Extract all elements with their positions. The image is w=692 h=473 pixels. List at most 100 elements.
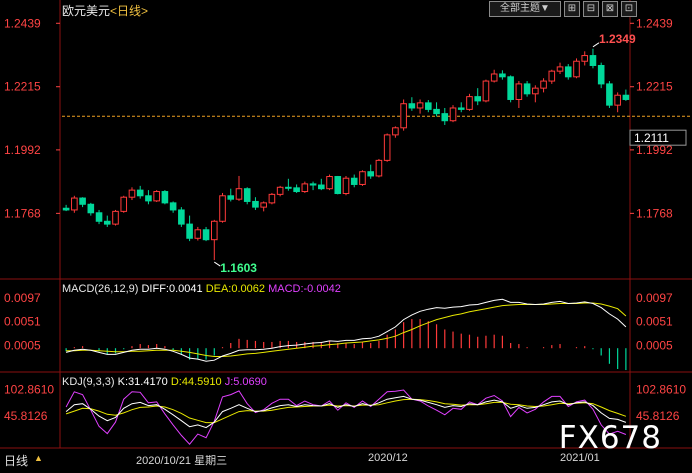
kdj-tick-right-0: 102.8610 [636, 383, 686, 397]
candle-up [581, 55, 589, 62]
candle-down [334, 176, 342, 195]
candle-down [408, 103, 416, 109]
chart-title: 欧元美元<日线> [62, 2, 148, 19]
chart-stage: 1.2439 1.2439 1.2215 1.2215 1.1992 1.1992 1.17… [0, 0, 692, 468]
candle-down [606, 83, 613, 106]
x-axis-label-start: 2020/10/21 星期三 [136, 455, 228, 467]
candle-up [219, 195, 226, 222]
candle-down [103, 220, 111, 225]
chart-toolbar: 全部主题▼ ⊞ ⊟ ⊠ ⊡ [489, 1, 637, 17]
macd-title: MACD(26,12,9) [62, 283, 139, 295]
price-tick-left-1: 1.2215 [4, 80, 41, 94]
candle-down [145, 195, 152, 202]
kdj-k-line [65, 395, 627, 429]
candle-down [95, 212, 103, 222]
price-tick-right-3: 1.1768 [636, 206, 673, 220]
macd-diff-value: DIFF:0.0041 [141, 283, 203, 295]
candle-up [112, 210, 119, 225]
macd-value: MACD:-0.0042 [268, 283, 341, 295]
candle-up [194, 229, 202, 239]
candle-up [235, 188, 243, 200]
symbol-name: 欧元美元 [62, 4, 111, 18]
candle-up [71, 197, 78, 211]
candle-down [589, 55, 597, 66]
candle-down [243, 188, 251, 202]
candle-down [161, 191, 169, 204]
candle-up [482, 80, 490, 102]
close-icon[interactable]: ⊡ [621, 1, 637, 17]
candle-down [87, 203, 95, 214]
candle-up [301, 183, 309, 193]
candle-down [597, 64, 605, 85]
last-price-label: 1.2111 [634, 131, 669, 145]
candle-down [523, 83, 531, 95]
candle-down [507, 76, 514, 100]
price-tick-left-0: 1.2439 [4, 16, 41, 30]
candle-down [367, 171, 374, 177]
candle-down [474, 96, 482, 102]
candle-down [62, 207, 70, 211]
candle-down [564, 66, 572, 78]
chevron-down-icon: ▼ [540, 3, 550, 14]
price-tick-left-3: 1.1768 [4, 206, 41, 220]
candle-up [540, 80, 547, 89]
candle-down [622, 94, 630, 100]
kdj-tick-left-1: 45.8126 [4, 409, 48, 423]
macd-dea-value: DEA:0.0062 [205, 283, 266, 295]
candle-up [120, 196, 128, 212]
candle-down [252, 200, 259, 208]
macd-diff-line [65, 298, 627, 362]
candle-up [375, 159, 383, 177]
candle-down [425, 102, 432, 110]
candle-down [457, 107, 465, 110]
candle-down [318, 184, 325, 190]
minimize-icon[interactable]: ⊟ [583, 1, 599, 17]
candle-up [210, 220, 218, 241]
candle-up [342, 177, 350, 195]
price-tick-right-1: 1.2215 [636, 80, 673, 94]
layout-grid-icon[interactable]: ⊞ [564, 1, 580, 17]
macd-dea-line [66, 302, 627, 357]
candle-up [614, 94, 621, 106]
macd-tick-right-1: 0.0051 [636, 315, 673, 329]
candle-down [433, 108, 440, 115]
price-tick-left-2: 1.1992 [4, 143, 41, 157]
candle-down [350, 177, 358, 185]
candle-down [227, 195, 235, 200]
candle-up [400, 103, 407, 129]
candle-up [383, 134, 391, 161]
scroll-up-icon[interactable]: ▲ [34, 453, 43, 463]
kdj-k-value: K:31.4170 [117, 376, 168, 388]
candle-up [490, 73, 498, 82]
period-tab-daily[interactable]: 日线 [4, 452, 28, 469]
candle-up [449, 107, 457, 122]
x-axis-label-dec: 2020/12 [368, 452, 408, 464]
high-annotation: 1.2349 [599, 32, 636, 46]
candle-down [309, 183, 317, 186]
maximize-icon[interactable]: ⊠ [602, 1, 618, 17]
candle-down [136, 189, 144, 197]
theme-label: 全部主题 [500, 3, 541, 14]
kdj-j-value: J:5.0690 [224, 376, 267, 388]
macd-tick-left-0: 0.0097 [4, 291, 41, 305]
kdj-legend: KDJ(9,3,3) K:31.4170 D:44.5910 J:5.0690 [62, 376, 267, 388]
candle-up [548, 70, 556, 82]
candle-down [285, 186, 292, 189]
candle-down [441, 113, 449, 122]
macd-tick-left-2: 0.0005 [4, 339, 41, 353]
theme-select[interactable]: 全部主题▼ [489, 1, 561, 17]
candle-up [466, 96, 473, 110]
candle-up [392, 127, 399, 136]
candle-up [268, 193, 276, 204]
macd-tick-right-0: 0.0097 [636, 291, 673, 305]
candle-up [573, 60, 580, 78]
candle-down [186, 223, 193, 239]
candle-down [178, 209, 185, 225]
candle-down [169, 202, 177, 211]
kdj-tick-left-0: 102.8610 [4, 383, 54, 397]
timeframe-label[interactable]: <日线> [110, 4, 148, 18]
kdj-j-line [65, 389, 627, 445]
time-axis-bar: 2020/10/21 星期三 2020/12 2021/01 [0, 448, 692, 468]
macd-tick-left-1: 0.0051 [4, 315, 41, 329]
candle-up [416, 102, 424, 109]
